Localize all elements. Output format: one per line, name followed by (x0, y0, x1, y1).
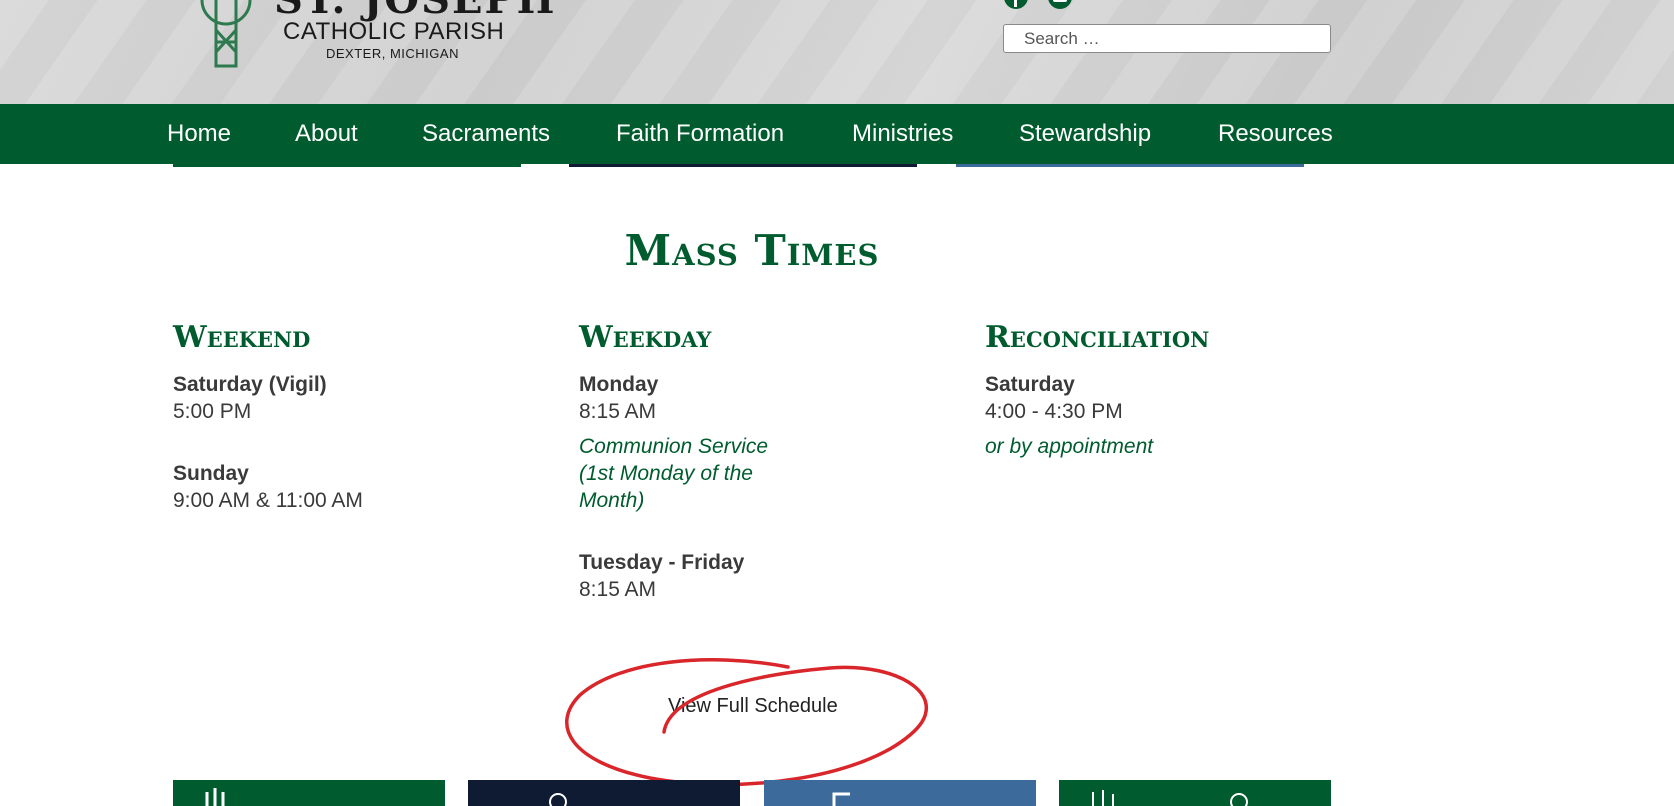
logo-subtitle: CATHOLIC PARISH (283, 18, 505, 45)
weekday-note: Communion Service (1st Monday of the Mon… (579, 435, 769, 512)
reconciliation-time: 4:00 - 4:30 PM (985, 400, 1123, 423)
weekday-time: 8:15 AM (579, 400, 657, 423)
weekday-day: Tuesday - Friday (579, 551, 745, 574)
weekday-column: Weekday Monday 8:15 AM Communion Service… (579, 320, 909, 603)
nav-accent-bar-blue (956, 164, 1304, 167)
tile-green-2[interactable] (1059, 780, 1331, 806)
weekday-day: Monday (579, 373, 659, 396)
weekend-day: Sunday (173, 462, 249, 485)
weekend-day: Saturday (Vigil) (173, 373, 327, 396)
tile-icon (549, 793, 567, 806)
search-input[interactable] (1003, 24, 1331, 53)
celtic-cross-icon (200, 0, 252, 68)
weekend-time: 5:00 PM (173, 400, 252, 423)
page-title: Mass Times (624, 226, 880, 275)
nav-accent-bar-navy (569, 164, 917, 167)
youtube-icon[interactable] (1048, 0, 1072, 9)
reconciliation-column: Reconciliation Saturday 4:00 - 4:30 PM o… (985, 320, 1315, 460)
tile-icon (205, 788, 225, 806)
nav-item-resources[interactable]: Resources (1218, 104, 1333, 164)
tile-green[interactable] (173, 780, 445, 806)
nav-item-faith-formation[interactable]: Faith Formation (616, 104, 784, 164)
weekend-column: Weekend Saturday (Vigil) 5:00 PM Sunday … (173, 320, 503, 514)
weekend-heading: Weekend (173, 320, 311, 355)
facebook-icon[interactable] (1004, 0, 1028, 9)
nav-item-sacraments[interactable]: Sacraments (422, 104, 550, 164)
view-full-schedule-link[interactable]: View Full Schedule (668, 695, 838, 718)
nav-item-about[interactable]: About (295, 104, 358, 164)
nav-accent-bar-green (173, 164, 521, 167)
weekday-time: 8:15 AM (579, 578, 657, 601)
reconciliation-heading: Reconciliation (985, 320, 1210, 355)
nav-item-ministries[interactable]: Ministries (852, 104, 953, 164)
red-circle-annotation (565, 658, 928, 787)
tile-blue[interactable] (764, 780, 1036, 806)
tile-icon (1092, 790, 1248, 806)
nav-item-home[interactable]: Home (167, 104, 231, 164)
main-nav: Home About Sacraments Faith Formation Mi… (0, 104, 1674, 164)
logo-location: DEXTER, MICHIGAN (326, 46, 459, 61)
tile-navy[interactable] (468, 780, 740, 806)
site-header: ST. JOSEPH CATHOLIC PARISH DEXTER, MICHI… (0, 0, 1674, 104)
weekend-time: 9:00 AM & 11:00 AM (173, 489, 363, 512)
weekday-heading: Weekday (579, 320, 712, 355)
nav-item-stewardship[interactable]: Stewardship (1019, 104, 1151, 164)
reconciliation-day: Saturday (985, 373, 1075, 396)
tile-icon (832, 792, 850, 806)
reconciliation-note: or by appointment (985, 435, 1154, 458)
